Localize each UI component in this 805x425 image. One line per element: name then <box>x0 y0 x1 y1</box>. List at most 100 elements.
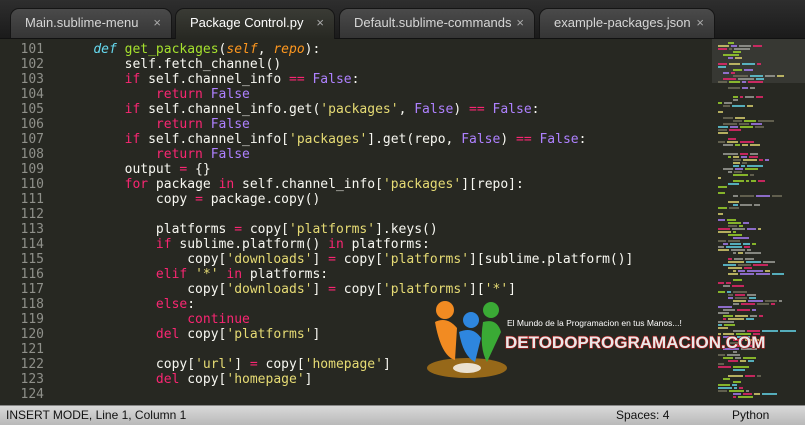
code-line[interactable]: copy = package.copy() <box>62 192 633 207</box>
minimap-line <box>733 96 738 98</box>
code-token: return <box>155 87 203 102</box>
minimap-line <box>740 126 753 128</box>
code-line[interactable]: output = {} <box>62 162 633 177</box>
tab-default-sublime-commands[interactable]: Default.sublime-commands × <box>339 8 535 38</box>
code-token: copy[ <box>62 282 227 297</box>
watermark-brand: DETODOPROGRAMACION.COM <box>505 333 765 352</box>
code-token: ][ <box>469 282 485 297</box>
minimap-line <box>723 243 728 245</box>
minimap-line <box>747 249 751 251</box>
code-line[interactable]: copy['downloads'] = copy['platforms'][su… <box>62 252 633 267</box>
line-number: 119 <box>20 312 44 327</box>
code-token: copy[ <box>335 282 383 297</box>
code-token: '*' <box>195 267 219 282</box>
code-line[interactable]: return False <box>62 147 633 162</box>
line-number: 113 <box>20 222 44 237</box>
code-line[interactable]: copy['downloads'] = copy['platforms']['*… <box>62 282 633 297</box>
code-line[interactable]: elif '*' in platforms: <box>62 267 633 282</box>
minimap-line <box>733 195 738 197</box>
code-token: package.copy() <box>202 192 321 207</box>
tab-package-control-py[interactable]: Package Control.py × <box>175 8 335 39</box>
minimap-line <box>728 222 741 224</box>
minimap-line <box>732 105 745 107</box>
tab-close-icon[interactable]: × <box>316 9 324 37</box>
minimap-line <box>728 201 739 203</box>
code-line[interactable]: def get_packages(self, repo): <box>62 42 633 57</box>
line-number: 110 <box>20 177 44 192</box>
minimap-line <box>748 81 763 83</box>
line-number-gutter: 101 102 103 104 105 106 107 108 109 110 111 112 113 1… <box>0 39 58 405</box>
code-line[interactable]: for package in self.channel_info['packag… <box>62 177 633 192</box>
minimap-line <box>727 291 731 293</box>
code-line[interactable]: if self.channel_info.get('packages', Fal… <box>62 102 633 117</box>
minimap-line <box>723 264 736 266</box>
code-token: package <box>148 177 219 192</box>
code-line[interactable]: return False <box>62 87 633 102</box>
tab-close-icon[interactable]: × <box>153 9 161 37</box>
minimap-line <box>729 81 740 83</box>
tab-main-sublime-menu[interactable]: Main.sublime-menu × <box>10 8 172 38</box>
minimap-line <box>742 81 746 83</box>
minimap-line <box>734 171 742 173</box>
code-token: 'url' <box>195 357 235 372</box>
code-token: ].get(repo, <box>367 132 462 147</box>
line-number: 120 <box>20 327 44 342</box>
minimap-line <box>733 393 741 395</box>
minimap-line <box>718 129 727 131</box>
code-line[interactable]: platforms = copy['platforms'].keys() <box>62 222 633 237</box>
minimap-line <box>723 78 736 80</box>
tab-label: example-packages.json <box>554 15 691 30</box>
code-line[interactable]: self.fetch_channel() <box>62 57 633 72</box>
code-token: = <box>249 357 258 372</box>
line-number: 107 <box>20 132 44 147</box>
minimap-line <box>742 87 748 89</box>
tab-example-packages-json[interactable]: example-packages.json × <box>539 8 715 38</box>
code-token: 'downloads' <box>226 282 313 297</box>
line-number: 109 <box>20 162 44 177</box>
minimap-line <box>718 282 724 284</box>
minimap-line <box>728 267 742 269</box>
code-line[interactable]: if self.channel_info['packages'].get(rep… <box>62 132 633 147</box>
code-line[interactable]: if self.channel_info == False: <box>62 72 633 87</box>
minimap-line <box>750 144 760 146</box>
minimap-line <box>733 231 736 233</box>
code-token: 'platforms' <box>226 327 313 342</box>
code-token: : <box>351 72 360 87</box>
code-line[interactable] <box>62 387 633 402</box>
minimap-line <box>733 75 748 77</box>
minimap-line <box>735 144 740 146</box>
minimap-line <box>723 72 729 74</box>
minimap-line <box>733 291 747 293</box>
code-line[interactable] <box>62 207 633 222</box>
minimap-line <box>728 225 737 227</box>
minimap-line <box>718 81 727 83</box>
minimap-line <box>730 243 741 245</box>
minimap-line <box>753 264 768 266</box>
tab-close-icon[interactable]: × <box>516 9 524 37</box>
minimap-line <box>733 159 741 161</box>
code-token: ] <box>312 327 321 342</box>
minimap-line <box>718 48 727 50</box>
minimap-line <box>728 138 736 140</box>
minimap-line <box>718 126 728 128</box>
tab-label: Main.sublime-menu <box>25 15 139 30</box>
code-token: if <box>124 72 141 87</box>
syntax-selector[interactable]: Python <box>732 406 769 425</box>
tab-close-icon[interactable]: × <box>696 9 704 37</box>
minimap-line <box>718 141 725 143</box>
line-number: 114 <box>20 237 44 252</box>
code-token: for <box>124 177 149 192</box>
minimap-line <box>728 171 732 173</box>
code-token: copy[ <box>335 252 383 267</box>
minimap-line <box>718 192 725 194</box>
code-line[interactable]: return False <box>62 117 633 132</box>
minimap-line <box>730 126 738 128</box>
indentation-selector[interactable]: Spaces: 4 <box>616 406 669 425</box>
code-token: False <box>414 102 454 117</box>
code-line[interactable]: if sublime.platform() in platforms: <box>62 237 633 252</box>
code-token: in <box>328 237 344 252</box>
